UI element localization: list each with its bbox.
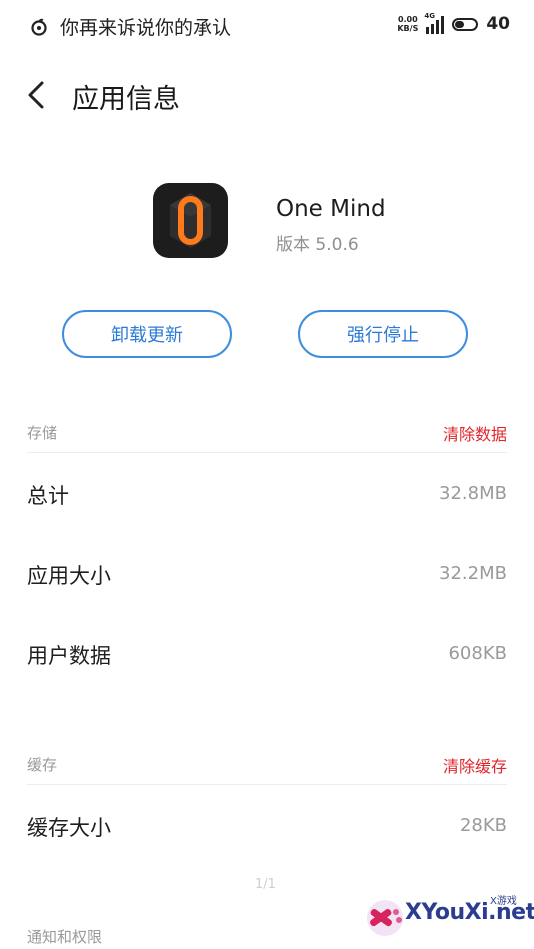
music-app-icon bbox=[31, 18, 47, 36]
cache-size-label: 缓存大小 bbox=[27, 816, 111, 840]
force-stop-button[interactable]: 强行停止 bbox=[298, 310, 468, 358]
clear-data-button[interactable]: 清除数据 bbox=[443, 421, 507, 445]
page-title: 应用信息 bbox=[72, 84, 180, 115]
app-logo-icon bbox=[170, 193, 211, 248]
back-arrow-icon[interactable] bbox=[24, 80, 50, 110]
app-name: One Mind bbox=[276, 196, 386, 222]
signal-icon: 4G bbox=[424, 12, 446, 34]
uninstall-updates-button[interactable]: 卸载更新 bbox=[62, 310, 232, 358]
battery-icon bbox=[452, 17, 479, 31]
notifications-section-label[interactable]: 通知和权限 bbox=[27, 926, 102, 947]
site-watermark: X游戏 XYouXi.net bbox=[355, 888, 534, 944]
cache-size-value: 28KB bbox=[459, 815, 507, 836]
clear-cache-button[interactable]: 清除缓存 bbox=[443, 753, 507, 777]
divider bbox=[27, 452, 507, 453]
app-size-value: 32.2MB bbox=[439, 563, 507, 584]
net-speed-value: 0.00 bbox=[397, 15, 418, 24]
storage-section-label: 存储 bbox=[27, 424, 58, 442]
status-bar: 你再来诉说你的承认 0.00 KB/S 4G 40 bbox=[0, 0, 534, 52]
user-data-label: 用户数据 bbox=[27, 644, 111, 668]
battery-level: 40 bbox=[486, 14, 510, 34]
gamepad-icon bbox=[367, 900, 403, 936]
page-indicator: 1/1 bbox=[255, 877, 276, 892]
cache-section-label: 缓存 bbox=[27, 756, 58, 774]
network-type: 4G bbox=[424, 12, 435, 20]
watermark-text: XYouXi.net bbox=[405, 900, 534, 925]
app-icon bbox=[153, 183, 228, 258]
status-left: 你再来诉说你的承认 bbox=[30, 13, 231, 40]
app-size-label: 应用大小 bbox=[27, 564, 111, 588]
storage-total-label: 总计 bbox=[27, 484, 69, 508]
now-playing-text: 你再来诉说你的承认 bbox=[60, 17, 232, 39]
net-speed: 0.00 KB/S bbox=[397, 15, 418, 33]
storage-total-value: 32.8MB bbox=[439, 483, 507, 504]
user-data-value: 608KB bbox=[448, 643, 507, 664]
app-version: 版本 5.0.6 bbox=[276, 235, 359, 255]
net-speed-unit: KB/S bbox=[397, 24, 419, 33]
divider bbox=[27, 784, 507, 785]
status-right: 0.00 KB/S 4G 40 bbox=[397, 12, 510, 34]
